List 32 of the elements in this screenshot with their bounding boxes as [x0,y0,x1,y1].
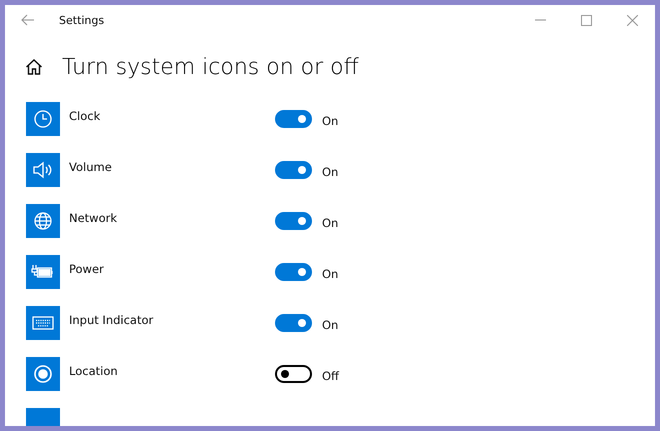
toggle-switch[interactable] [275,365,312,383]
toggle-status: On [322,266,338,280]
toggle-status: On [322,216,338,230]
location-target-icon [33,364,53,384]
keyboard-icon [32,316,54,330]
toggle-switch[interactable] [275,263,312,281]
window-title: Settings [59,14,106,26]
setting-label: Location [69,364,119,378]
clock-icon [33,109,53,129]
maximize-icon [580,14,592,26]
toggle-status: On [322,164,338,178]
page-heading: Turn system icons on or off [62,54,359,80]
globe-icon [33,211,53,231]
minimize-icon [534,19,546,21]
toggle-switch[interactable] [275,314,312,332]
setting-label: Input Indicator [69,313,154,327]
setting-label: Clock [69,109,102,123]
toggle-switch[interactable] [275,110,312,128]
toggle-status: On [322,114,338,128]
close-icon [626,14,638,26]
setting-label: Network [69,211,118,225]
back-arrow-icon [21,14,35,26]
toggle-switch[interactable] [275,212,312,230]
home-icon [25,58,43,76]
toggle-status: Off [322,368,339,382]
toggle-status: On [322,318,338,332]
home-button[interactable] [25,58,43,76]
battery-plug-icon [31,264,55,280]
toggle-switch[interactable] [275,161,312,179]
setting-label: Power [69,262,105,276]
setting-label: Volume [69,160,113,174]
speaker-icon [32,160,54,180]
